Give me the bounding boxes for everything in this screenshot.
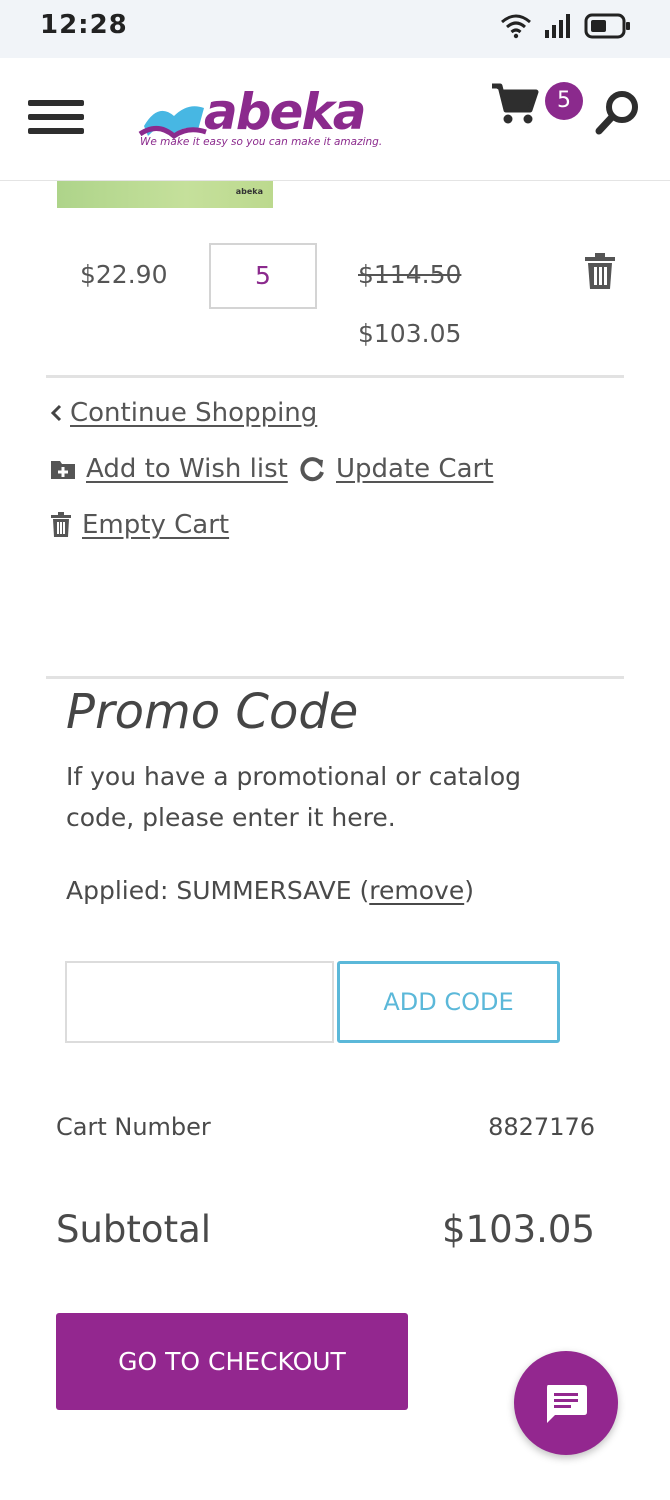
cart-icon[interactable]	[490, 82, 540, 126]
add-to-wish-list-link[interactable]: Add to Wish list	[50, 454, 288, 484]
chevron-left-icon	[50, 404, 62, 422]
empty-cart-link[interactable]: Empty Cart	[50, 510, 229, 540]
promo-code-title: Promo Code	[66, 684, 359, 740]
add-to-wish-list-label: Add to Wish list	[86, 454, 288, 484]
trash-icon	[51, 512, 71, 537]
signal-icon	[545, 14, 570, 38]
menu-icon[interactable]	[28, 100, 84, 136]
chat-button[interactable]	[514, 1351, 618, 1455]
status-bar: 12:28	[0, 0, 670, 58]
status-icons	[500, 10, 632, 42]
promo-code-input[interactable]	[65, 961, 334, 1043]
subtotal-label: Subtotal	[56, 1208, 212, 1251]
applied-promo-close: )	[464, 876, 474, 905]
subtotal-value: $103.05	[441, 1208, 595, 1251]
applied-promo: Applied: SUMMERSAVE (remove)	[66, 876, 474, 905]
brand-name: abeka	[204, 83, 366, 141]
continue-shopping-link[interactable]: Continue Shopping	[50, 398, 317, 428]
remove-promo-link[interactable]: remove	[369, 876, 464, 905]
empty-cart-label: Empty Cart	[82, 510, 230, 540]
cart-number-label: Cart Number	[56, 1113, 211, 1141]
remove-item-icon[interactable]	[583, 252, 617, 290]
discounted-line-total: $103.05	[358, 319, 462, 348]
chat-icon	[547, 1385, 587, 1423]
go-to-checkout-button[interactable]: GO TO CHECKOUT	[56, 1313, 408, 1410]
refresh-icon	[300, 457, 324, 482]
product-image[interactable]: abeka	[57, 181, 273, 208]
continue-shopping-label: Continue Shopping	[70, 398, 318, 428]
divider	[46, 676, 624, 679]
cart-count-badge[interactable]: 5	[545, 82, 583, 120]
promo-code-description: If you have a promotional or catalog cod…	[66, 762, 522, 832]
update-cart-label: Update Cart	[336, 454, 494, 484]
status-time: 12:28	[40, 10, 128, 40]
battery-icon	[584, 13, 630, 39]
site-header: abeka We make it easy so you can make it…	[0, 58, 670, 181]
update-cart-link[interactable]: Update Cart	[300, 454, 493, 484]
wifi-icon	[501, 14, 531, 39]
divider	[46, 375, 624, 378]
abeka-logo[interactable]: abeka We make it easy so you can make it…	[138, 83, 382, 152]
unit-price: $22.90	[80, 260, 168, 289]
folder-plus-icon	[51, 461, 75, 479]
quantity-input[interactable]: 5	[209, 243, 317, 309]
cart-number-value: 8827176	[488, 1113, 595, 1141]
product-image-brand: abeka	[235, 187, 263, 196]
original-line-total: $114.50	[358, 260, 462, 289]
add-code-button[interactable]: ADD CODE	[337, 961, 560, 1043]
search-icon[interactable]	[594, 88, 642, 136]
applied-promo-text: Applied: SUMMERSAVE (	[66, 876, 370, 905]
brand-tagline: We make it easy so you can make it amazi…	[140, 136, 383, 148]
